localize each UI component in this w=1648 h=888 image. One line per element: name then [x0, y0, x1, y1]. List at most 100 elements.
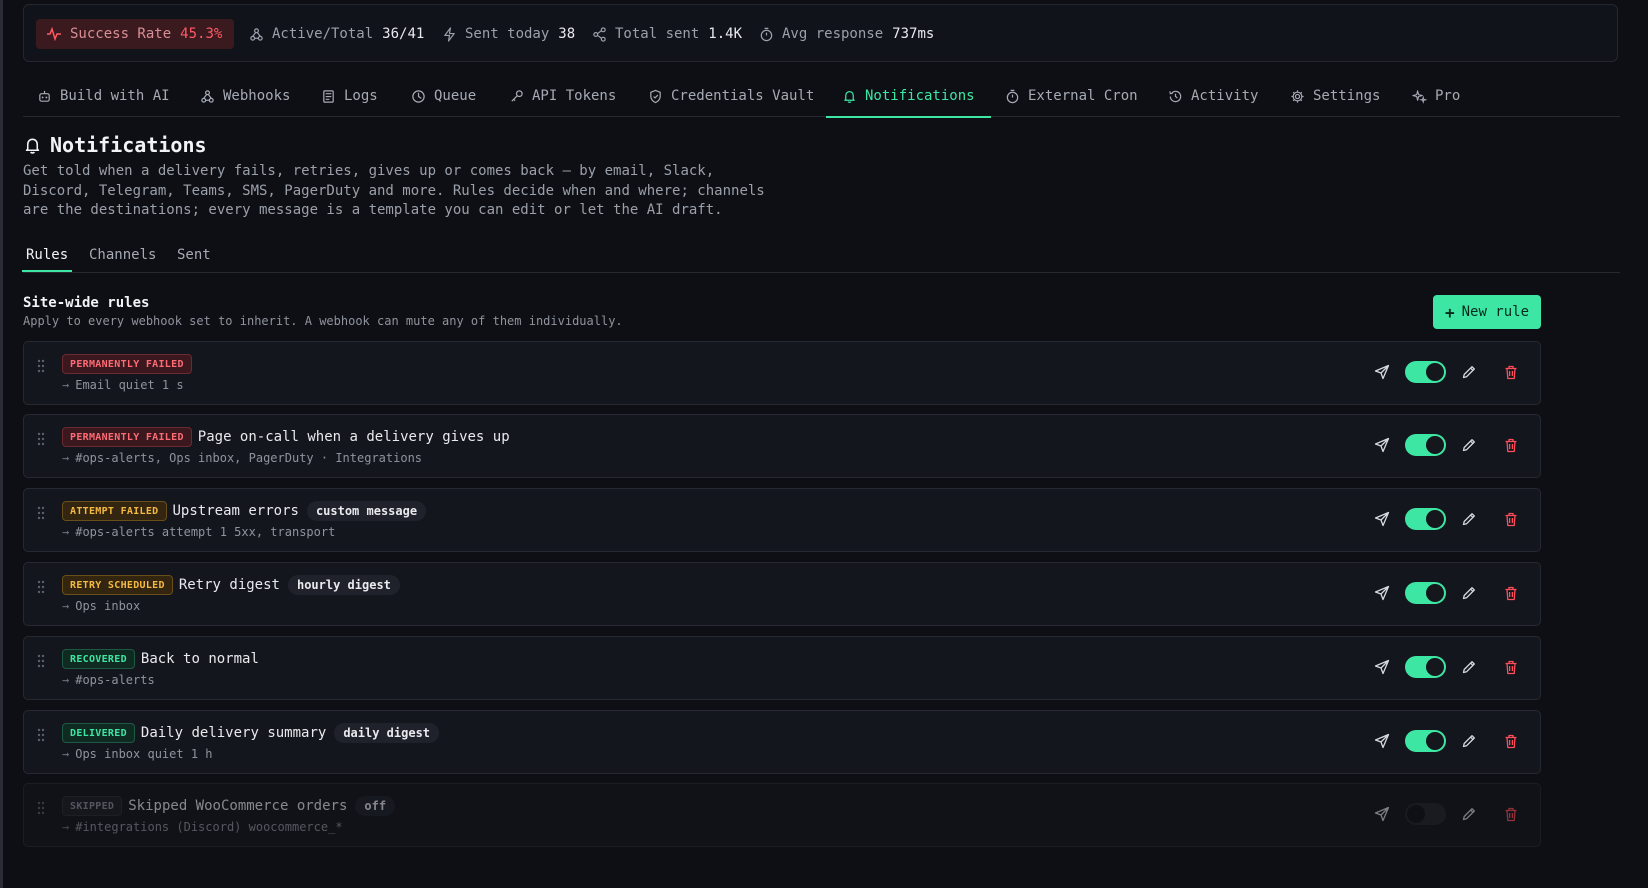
rule-row: RECOVERED Back to normal → #ops-alerts — [23, 636, 1541, 700]
tab-pro[interactable]: Pro — [1412, 76, 1460, 116]
robot-icon — [39, 90, 50, 102]
drag-handle-icon[interactable] — [37, 653, 45, 672]
active-total-value: 36/41 — [382, 26, 425, 42]
edit-rule-button[interactable] — [1457, 729, 1481, 753]
rule-pill: off — [355, 796, 396, 816]
event-badge: RECOVERED — [62, 649, 135, 669]
subtab-channels[interactable]: Channels — [89, 240, 156, 270]
tab-logs[interactable]: Logs — [321, 76, 378, 116]
new-rule-button[interactable]: + New rule — [1433, 295, 1541, 329]
rule-enabled-toggle[interactable] — [1405, 508, 1446, 530]
arrow-right-icon: → — [62, 378, 70, 392]
rule-targets: → #ops-alerts — [62, 673, 155, 687]
trash-icon — [1505, 365, 1517, 379]
drag-handle-icon[interactable] — [37, 579, 45, 598]
toggle-knob — [1426, 584, 1444, 602]
drag-handle-icon[interactable] — [37, 358, 45, 377]
tab-build-with-ai[interactable]: Build with AI — [37, 76, 170, 116]
success-rate-stat: Success Rate 45.3% — [36, 19, 235, 49]
edit-rule-button[interactable] — [1457, 360, 1481, 384]
tab-label: Pro — [1435, 88, 1461, 104]
arrow-right-icon: → — [62, 599, 70, 613]
description-line: Get told when a delivery fails, retries,… — [23, 163, 715, 179]
edit-rule-button[interactable] — [1457, 802, 1481, 826]
delete-rule-button[interactable] — [1499, 360, 1523, 384]
tab-queue[interactable]: Queue — [411, 76, 476, 116]
main-nav: Build with AI Webhooks Logs Queue API To… — [23, 76, 1620, 118]
tab-webhooks[interactable]: Webhooks — [200, 76, 290, 116]
avg-response-label: Avg response — [782, 26, 884, 42]
rule-pill: hourly digest — [287, 575, 400, 595]
rule-enabled-toggle[interactable] — [1405, 434, 1446, 456]
total-sent-value: 1.4K — [708, 26, 743, 42]
rule-enabled-toggle[interactable] — [1405, 361, 1446, 383]
send-icon — [1374, 733, 1390, 749]
rule-name: Upstream errors — [172, 503, 299, 519]
page-title: Notifications — [23, 133, 207, 157]
delete-rule-button[interactable] — [1499, 433, 1523, 457]
gear-icon — [1291, 89, 1304, 103]
drag-handle-icon[interactable] — [37, 431, 45, 450]
pencil-icon — [1462, 587, 1475, 600]
delete-rule-button[interactable] — [1499, 655, 1523, 679]
description-line: Discord, Telegram, Teams, SMS, PagerDuty… — [23, 182, 765, 199]
send-icon — [1374, 437, 1390, 453]
rule-enabled-toggle[interactable] — [1405, 582, 1446, 604]
tab-activity[interactable]: Activity — [1168, 76, 1258, 116]
stopwatch-icon — [760, 27, 773, 41]
send-test-button[interactable] — [1370, 507, 1394, 531]
edit-rule-button[interactable] — [1457, 433, 1481, 457]
send-test-button[interactable] — [1370, 360, 1394, 384]
rule-targets: → Ops inbox quiet 1 h — [62, 747, 213, 761]
delete-rule-button[interactable] — [1499, 729, 1523, 753]
rule-targets: → #ops-alerts, Ops inbox, PagerDuty · Int… — [62, 451, 422, 465]
delete-rule-button[interactable] — [1499, 581, 1523, 605]
delete-rule-button[interactable] — [1499, 507, 1523, 531]
send-test-button[interactable] — [1370, 581, 1394, 605]
send-icon — [1374, 364, 1390, 380]
send-test-button[interactable] — [1370, 655, 1394, 679]
history-icon — [1169, 90, 1182, 102]
clock-icon — [412, 89, 425, 103]
trash-icon — [1505, 807, 1517, 821]
edit-rule-button[interactable] — [1457, 507, 1481, 531]
send-test-button[interactable] — [1370, 802, 1394, 826]
tab-external-cron[interactable]: External Cron — [1005, 76, 1138, 116]
tab-api-tokens[interactable]: API Tokens — [509, 76, 616, 116]
rule-header: DELIVERED Daily delivery summary daily di… — [62, 723, 440, 743]
rule-row: RETRY SCHEDULED Retry digest hourly diges… — [23, 562, 1541, 626]
notifications-subtabs: Rules Channels Sent — [21, 240, 1620, 273]
edit-rule-button[interactable] — [1457, 581, 1481, 605]
new-rule-label: New rule — [1461, 304, 1530, 320]
drag-handle-icon[interactable] — [37, 505, 45, 524]
edit-rule-button[interactable] — [1457, 655, 1481, 679]
rule-enabled-toggle[interactable] — [1405, 730, 1446, 752]
tab-notifications[interactable]: Notifications — [826, 76, 991, 118]
rule-enabled-toggle[interactable] — [1405, 803, 1446, 825]
send-test-button[interactable] — [1370, 729, 1394, 753]
tab-settings[interactable]: Settings — [1290, 76, 1380, 116]
pencil-icon — [1462, 366, 1475, 379]
subtab-rules[interactable]: Rules — [21, 240, 73, 272]
drag-handle-icon[interactable] — [37, 800, 45, 819]
section-subtitle: Apply to every webhook set to inherit. A… — [23, 314, 623, 328]
description-line: are the destinations; every message is a… — [23, 202, 723, 218]
window-edge — [0, 0, 3, 888]
toggle-knob — [1426, 732, 1444, 750]
timer-icon — [1006, 89, 1019, 103]
send-test-button[interactable] — [1370, 433, 1394, 457]
rule-targets-text: #ops-alerts attempt 1 5xx, transport — [75, 525, 336, 539]
tab-credentials-vault[interactable]: Credentials Vault — [648, 76, 814, 116]
drag-handle-icon[interactable] — [37, 727, 45, 746]
arrow-right-icon: → — [62, 673, 70, 687]
sent-today-stat: Sent today 38 — [442, 19, 575, 49]
rule-header: SKIPPED Skipped WooCommerce orders off — [62, 796, 396, 816]
subtab-sent[interactable]: Sent — [177, 240, 211, 270]
rule-header: PERMANENTLY FAILED Page on-call when a d… — [62, 427, 510, 447]
event-badge: PERMANENTLY FAILED — [62, 427, 192, 447]
rule-enabled-toggle[interactable] — [1405, 656, 1446, 678]
toggle-knob — [1426, 510, 1444, 528]
tab-label: External Cron — [1028, 88, 1138, 104]
delete-rule-button[interactable] — [1499, 802, 1523, 826]
arrow-right-icon: → — [62, 525, 70, 539]
